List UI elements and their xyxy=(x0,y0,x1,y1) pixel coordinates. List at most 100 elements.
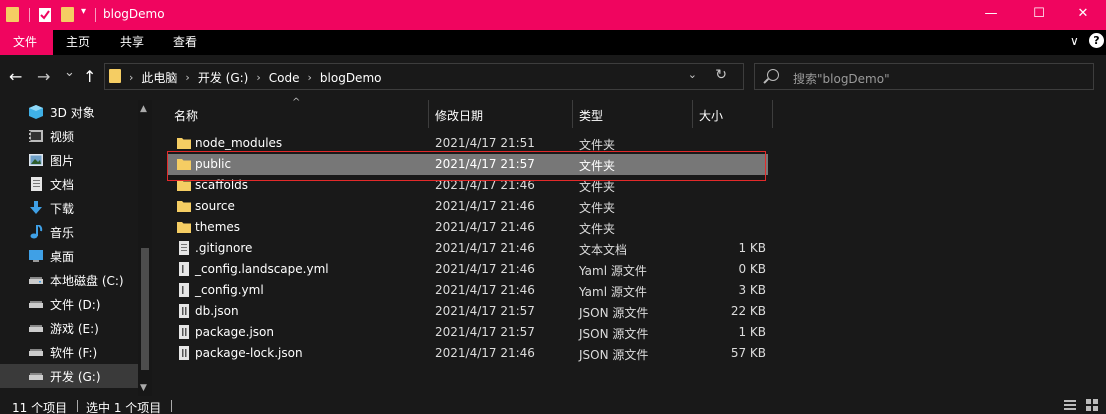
help-icon[interactable]: ? xyxy=(1089,33,1104,48)
tab-home[interactable]: 主页 xyxy=(54,30,102,55)
file-type: Yaml 源文件 xyxy=(579,285,647,299)
yaml-file-icon xyxy=(179,283,189,297)
file-date: 2021/4/17 21:57 xyxy=(435,304,535,318)
music-icon xyxy=(30,225,43,239)
address-bar[interactable]: › 此电脑 › 开发 (G:) › Code › blogDemo ⌄ ↻ xyxy=(104,63,744,90)
file-name: db.json xyxy=(195,304,239,318)
table-row[interactable]: _config.landscape.yml 2021/4/17 21:46 Ya… xyxy=(168,259,768,280)
picture-icon xyxy=(29,154,43,166)
sidebar-item-drive-d[interactable]: 文件 (D:) xyxy=(0,292,138,316)
sidebar-item-pictures[interactable]: 图片 xyxy=(0,148,138,172)
maximize-button[interactable]: ☐ xyxy=(1016,0,1062,30)
scrollbar-thumb[interactable] xyxy=(141,248,149,370)
refresh-icon[interactable]: ↻ xyxy=(715,67,727,83)
file-type: Yaml 源文件 xyxy=(579,264,647,278)
sidebar-scrollbar[interactable]: ▲ ▼ xyxy=(138,100,152,396)
sidebar-item-label: 游戏 (E:) xyxy=(50,322,99,336)
file-type: JSON 源文件 xyxy=(579,348,649,362)
breadcrumb-separator[interactable]: › xyxy=(308,71,312,84)
sidebar-item-desktop[interactable]: 桌面 xyxy=(0,244,138,268)
status-divider xyxy=(171,400,172,412)
sidebar-item-music[interactable]: 音乐 xyxy=(0,220,138,244)
column-header-type[interactable]: 类型 xyxy=(573,100,692,128)
scroll-down-icon[interactable]: ▼ xyxy=(140,383,147,393)
minimize-button[interactable]: — xyxy=(968,0,1014,30)
breadcrumb-blogdemo[interactable]: blogDemo xyxy=(320,71,382,85)
breadcrumb: › 此电脑 › 开发 (G:) › Code › blogDemo xyxy=(129,69,381,86)
file-size: 57 KB xyxy=(730,346,766,360)
sidebar-item-label: 音乐 xyxy=(50,226,75,240)
back-button[interactable]: ← xyxy=(9,67,22,86)
table-row[interactable]: .gitignore 2021/4/17 21:46 文本文档 1 KB xyxy=(168,238,768,259)
tab-file[interactable]: 文件 xyxy=(0,30,53,55)
file-type: 文本文档 xyxy=(579,243,628,257)
sidebar-item-label: 文档 xyxy=(50,178,75,192)
file-type: 文件夹 xyxy=(579,201,616,215)
expand-ribbon-icon[interactable]: ∨ xyxy=(1070,34,1079,48)
file-name: package.json xyxy=(195,325,275,339)
table-row[interactable]: package-lock.json 2021/4/17 21:46 JSON 源… xyxy=(168,343,768,364)
table-row[interactable]: _config.yml 2021/4/17 21:46 Yaml 源文件 3 K… xyxy=(168,280,768,301)
tab-view[interactable]: 查看 xyxy=(161,30,209,55)
sidebar-item-3d-objects[interactable]: 3D 对象 xyxy=(0,100,138,124)
window-title: blogDemo xyxy=(103,7,165,21)
sidebar-item-label: 本地磁盘 (C:) xyxy=(50,274,124,288)
tab-share[interactable]: 共享 xyxy=(108,30,156,55)
column-divider[interactable] xyxy=(772,100,773,128)
video-icon xyxy=(29,130,43,142)
table-row[interactable]: package.json 2021/4/17 21:57 JSON 源文件 1 … xyxy=(168,322,768,343)
sidebar-item-drive-f[interactable]: 软件 (F:) xyxy=(0,340,138,364)
file-name: source xyxy=(195,199,235,213)
scroll-up-icon[interactable]: ▲ xyxy=(140,104,147,114)
file-date: 2021/4/17 21:46 xyxy=(435,262,535,276)
breadcrumb-separator[interactable]: › xyxy=(256,71,260,84)
breadcrumb-drive-g[interactable]: 开发 (G:) xyxy=(198,69,249,86)
recent-locations-button[interactable]: ⌄ xyxy=(64,65,75,80)
sidebar-item-documents[interactable]: 文档 xyxy=(0,172,138,196)
close-button[interactable]: ✕ xyxy=(1060,0,1106,30)
search-placeholder[interactable]: 搜索"blogDemo" xyxy=(793,70,890,87)
selected-count: 选中 1 个项目 xyxy=(86,401,162,414)
column-header-size[interactable]: 大小 xyxy=(693,100,772,128)
sidebar-item-label: 3D 对象 xyxy=(50,106,95,120)
file-date: 2021/4/17 21:46 xyxy=(435,199,535,213)
file-type: 文件夹 xyxy=(579,222,616,236)
file-size: 22 KB xyxy=(730,304,766,318)
table-row[interactable]: source 2021/4/17 21:46 文件夹 xyxy=(168,196,768,217)
properties-icon[interactable] xyxy=(38,7,52,26)
details-view-icon[interactable] xyxy=(1062,397,1078,413)
table-row[interactable]: themes 2021/4/17 21:46 文件夹 xyxy=(168,217,768,238)
sidebar-item-label: 下载 xyxy=(50,202,75,216)
sidebar-item-downloads[interactable]: 下载 xyxy=(0,196,138,220)
large-icons-view-icon[interactable] xyxy=(1084,397,1100,413)
file-type: JSON 源文件 xyxy=(579,306,649,320)
breadcrumb-this-pc[interactable]: 此电脑 xyxy=(141,69,177,86)
column-header-name[interactable]: 名称 xyxy=(168,100,428,128)
text-file-icon xyxy=(179,241,189,255)
customize-quick-access-icon[interactable]: ▾ xyxy=(81,6,86,17)
file-size: 0 KB xyxy=(738,262,766,276)
drive-icon xyxy=(29,373,43,380)
search-box[interactable]: 搜索"blogDemo" xyxy=(754,63,1094,90)
sidebar-item-drive-g[interactable]: 开发 (G:) xyxy=(0,364,138,388)
table-row[interactable]: db.json 2021/4/17 21:57 JSON 源文件 22 KB xyxy=(168,301,768,322)
sidebar-item-videos[interactable]: 视频 xyxy=(0,124,138,148)
sidebar-item-label: 图片 xyxy=(50,154,75,168)
folder-icon xyxy=(177,222,191,233)
file-name: package-lock.json xyxy=(195,346,303,360)
sidebar-item-drive-e[interactable]: 游戏 (E:) xyxy=(0,316,138,340)
sidebar-item-label: 视频 xyxy=(50,130,75,144)
forward-button[interactable]: → xyxy=(37,67,50,86)
new-folder-icon[interactable] xyxy=(61,7,74,22)
breadcrumb-separator[interactable]: › xyxy=(129,71,133,84)
address-history-dropdown[interactable]: ⌄ xyxy=(688,68,697,81)
breadcrumb-code[interactable]: Code xyxy=(269,71,300,85)
sidebar-item-drive-c[interactable]: 本地磁盘 (C:) xyxy=(0,268,138,292)
cube-icon xyxy=(29,105,43,119)
breadcrumb-separator[interactable]: › xyxy=(185,71,189,84)
file-name: .gitignore xyxy=(195,241,253,255)
column-header-date[interactable]: 修改日期 xyxy=(429,100,572,128)
folder-icon xyxy=(6,7,19,22)
up-button[interactable]: ↑ xyxy=(83,67,96,86)
download-icon xyxy=(30,201,42,214)
